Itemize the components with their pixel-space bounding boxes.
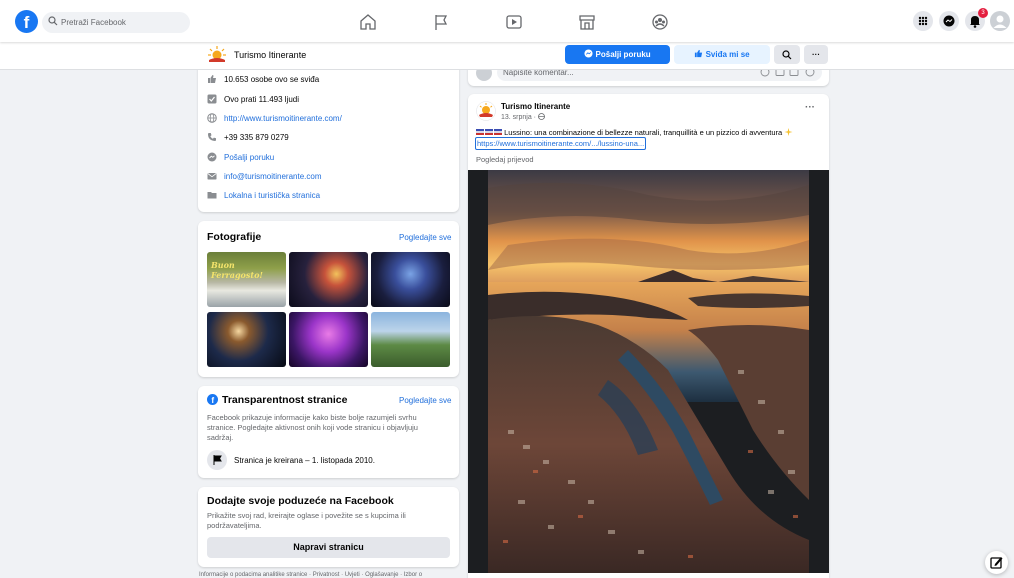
sparkle-icon [784, 128, 793, 136]
photo-thumbnail[interactable] [371, 312, 450, 367]
compose-icon [990, 557, 1003, 569]
photo-thumbnail[interactable] [207, 312, 286, 367]
page-name[interactable]: Turismo Itinerante [234, 50, 306, 60]
photo-thumbnail[interactable] [371, 252, 450, 307]
transparency-title: Transparentnost stranice [222, 394, 348, 406]
search-input[interactable]: Pretraži Facebook [42, 12, 190, 33]
search-icon [48, 16, 58, 26]
desc-line: Facebook prikazuje informacije kako bist… [207, 413, 417, 422]
followers-text: Ovo prati 11.493 ljudi [224, 95, 300, 104]
page-header-bar [0, 42, 1014, 70]
website-link[interactable]: http://www.turismoitinerante.com/ [224, 114, 342, 123]
email-link[interactable]: info@turismoitinerante.com [224, 172, 322, 181]
globe-icon [538, 113, 545, 120]
menu-grid-icon[interactable] [913, 11, 933, 31]
top-navigation-bar: f Pretraži Facebook 3 [0, 0, 1014, 42]
facebook-logo-icon: f [207, 394, 218, 405]
post-date-text: 13. srpnja · [501, 114, 538, 121]
page-search-button[interactable] [774, 45, 800, 64]
notification-badge: 3 [978, 8, 988, 18]
post-link[interactable]: https://www.turismoitinerante.com/.../lu… [475, 137, 647, 150]
followers-icon [207, 94, 217, 104]
photos-see-all-link[interactable]: Pogledajte sve [399, 233, 451, 242]
post-author[interactable]: Turismo Itinerante [501, 102, 570, 111]
italy-flag-icon [476, 129, 502, 135]
new-message-button[interactable] [985, 551, 1008, 574]
folder-icon [207, 192, 217, 199]
like-label: Sviđa mi se [705, 50, 750, 59]
category-link[interactable]: Lokalna i turistička stranica [224, 191, 320, 200]
desc-line: Prikažite svoj rad, kreirajte oglase i p… [207, 511, 406, 520]
search-placeholder: Pretraži Facebook [61, 18, 126, 27]
envelope-icon [207, 173, 217, 180]
send-message-label: Pošalji poruku [595, 50, 651, 59]
transparency-see-all-link[interactable]: Pogledajte sve [399, 396, 451, 405]
marketplace-icon[interactable] [577, 12, 597, 32]
photos-title: Fotografije [207, 231, 262, 243]
thumbs-up-icon [695, 49, 703, 58]
video-icon[interactable] [504, 12, 524, 32]
see-translation-link[interactable]: Pogledaj prijevod [476, 155, 534, 164]
post-date[interactable]: 13. srpnja · [501, 113, 545, 121]
post-photo-frame [468, 170, 829, 573]
groups-icon[interactable] [650, 12, 670, 32]
photo-thumbnail[interactable]: Buon Ferragosto! [207, 252, 286, 307]
messenger-icon[interactable] [939, 11, 959, 31]
flag-icon[interactable] [431, 12, 451, 32]
desc-line: sadržaj. [207, 433, 234, 442]
footer-links[interactable]: Informacije o podacima analitike stranic… [199, 572, 422, 578]
post-text-content: Lussino: una combinazione di bellezze na… [504, 128, 783, 137]
messenger-icon [207, 152, 217, 162]
desc-line: podržavateljima. [207, 521, 262, 530]
svg-text:f: f [211, 396, 214, 405]
post-text: Lussino: una combinazione di bellezze na… [476, 128, 793, 137]
facebook-logo-icon[interactable]: f [15, 10, 38, 33]
post-photo[interactable] [488, 170, 809, 573]
page-created-text: Stranica je kreirana – 1. listopada 2010… [234, 456, 375, 465]
profile-avatar-icon[interactable] [990, 11, 1010, 31]
search-icon [782, 49, 792, 59]
transparency-description: Facebook prikazuje informacije kako bist… [207, 413, 418, 443]
photo-thumbnail[interactable] [289, 252, 368, 307]
business-title: Dodajte svoje poduzeće na Facebook [207, 495, 394, 507]
messenger-icon [584, 49, 593, 58]
globe-icon [207, 113, 217, 123]
business-description: Prikažite svoj rad, kreirajte oglase i p… [207, 511, 406, 531]
author-avatar-icon[interactable] [476, 101, 496, 121]
flag-icon [207, 450, 227, 470]
send-message-button[interactable]: Pošalji poruku [565, 45, 670, 64]
likes-text: 10.653 osobe ovo se sviđa [224, 75, 320, 84]
page-logo-icon[interactable] [207, 45, 227, 65]
like-button[interactable]: Sviđa mi se [674, 45, 770, 64]
thumbs-up-icon [208, 75, 216, 83]
phone-text: +39 335 879 0279 [224, 133, 289, 142]
create-page-button[interactable]: Napravi stranicu [207, 537, 450, 558]
phone-icon [208, 133, 216, 141]
home-icon[interactable] [358, 12, 378, 32]
send-message-link[interactable]: Pošalji poruku [224, 153, 274, 162]
photo-thumbnail[interactable] [289, 312, 368, 367]
desc-line: stranice. Pogledajte aktivnost onih koji… [207, 423, 418, 432]
photo-caption: Buon Ferragosto! [211, 260, 263, 280]
more-options-button[interactable]: ··· [804, 45, 828, 64]
post-more-options[interactable]: ··· [805, 102, 815, 113]
